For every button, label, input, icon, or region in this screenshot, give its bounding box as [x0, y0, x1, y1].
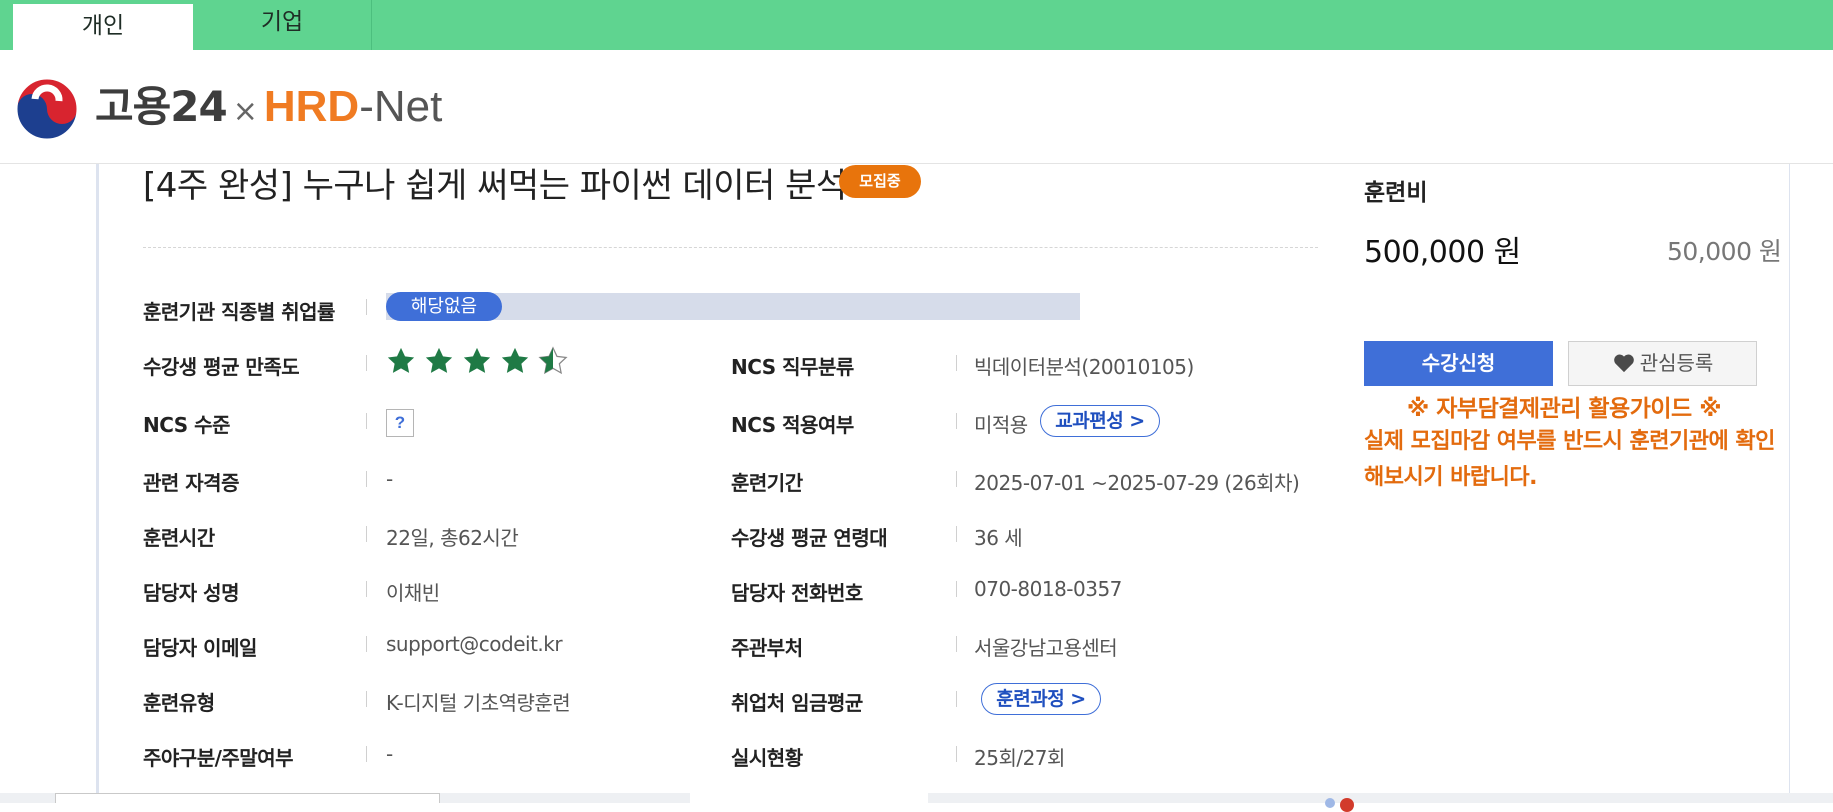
divider: [366, 413, 367, 429]
certificate-value: -: [386, 467, 393, 491]
star-full-icon: [501, 347, 529, 373]
divider: [956, 746, 957, 762]
hours-label: 훈련시간: [143, 526, 215, 550]
employment-rate-value: 해당없음: [386, 292, 502, 321]
title-divider: [143, 247, 1318, 248]
divider: [366, 355, 367, 371]
divider: [366, 746, 367, 762]
apply-button[interactable]: 수강신청: [1364, 341, 1553, 386]
fee-main-amount: 500,000 원: [1364, 235, 1521, 270]
day-night-value: -: [386, 742, 393, 766]
taegeuk-logo-icon: [16, 78, 78, 140]
star-full-icon: [425, 347, 453, 373]
divider: [366, 691, 367, 707]
fee-self-pay-amount: 50,000 원: [1667, 237, 1782, 266]
training-course-button[interactable]: 훈련과정 >: [981, 683, 1101, 715]
ministry-label: 주관부처: [731, 636, 803, 660]
certificate-label: 관련 자격증: [143, 471, 239, 495]
avg-age-label: 수강생 평균 연령대: [731, 526, 888, 550]
phone-label: 담당자 전화번호: [731, 581, 863, 605]
email-value: support@codeit.kr: [386, 632, 563, 656]
divider: [366, 636, 367, 652]
status-dot: [1340, 798, 1354, 812]
progress-value: 25회/27회: [974, 746, 1065, 770]
curriculum-button[interactable]: 교과편성 >: [1040, 405, 1160, 437]
bottom-panel-middle: [690, 793, 928, 803]
star-full-icon: [387, 347, 415, 373]
ncs-level-help-icon[interactable]: ?: [386, 409, 414, 437]
phone-value: 070-8018-0357: [974, 577, 1122, 601]
training-type-value: K-디지털 기초역량훈련: [386, 691, 571, 715]
ncs-class-label: NCS 직무분류: [731, 355, 854, 379]
self-pay-guide-link[interactable]: ※ 자부담결제관리 활용가이드 ※: [1364, 389, 1764, 423]
course-title: [4주 완성] 누구나 쉽게 써먹는 파이썬 데이터 분석: [143, 166, 847, 206]
divider: [956, 581, 957, 597]
divider: [956, 526, 957, 542]
divider: [366, 526, 367, 542]
satisfaction-label: 수강생 평균 만족도: [143, 355, 300, 379]
divider: [956, 691, 957, 707]
favorite-button[interactable]: 관심등록: [1568, 341, 1757, 386]
logo-goyong: 고용24: [95, 82, 228, 131]
hours-value: 22일, 총62시간: [386, 526, 519, 550]
logo-x: ×: [232, 94, 258, 129]
period-value: 2025-07-01 ~2025-07-29 (26회차): [974, 471, 1300, 495]
tab-company[interactable]: 기업: [193, 0, 372, 50]
fee-label: 훈련비: [1364, 180, 1428, 206]
employment-rate-label: 훈련기관 직종별 취업률: [143, 300, 335, 324]
period-label: 훈련기간: [731, 471, 803, 495]
ncs-level-label: NCS 수준: [143, 413, 230, 437]
day-night-label: 주야구분/주말여부: [143, 746, 294, 770]
top-tab-bar: 개인 기업: [0, 0, 1833, 50]
recruit-notice: 실제 모집마감 여부를 반드시 훈련기관에 확인해보시기 바랍니다.: [1364, 429, 1775, 490]
divider: [956, 636, 957, 652]
star-half-icon: [538, 346, 568, 375]
logo-net: -Net: [359, 82, 443, 131]
status-dot: [1325, 798, 1335, 808]
manager-label: 담당자 성명: [143, 581, 239, 605]
ncs-applied-value: 미적용: [974, 413, 1028, 437]
ncs-class-value: 빅데이터분석(20010105): [974, 355, 1194, 379]
favorite-label: 관심등록: [1639, 351, 1714, 375]
divider: [366, 471, 367, 487]
email-label: 담당자 이메일: [143, 636, 257, 660]
manager-value: 이채빈: [386, 581, 440, 605]
avg-age-value: 36 세: [974, 526, 1023, 550]
wage-label: 취업처 임금평균: [731, 691, 863, 715]
star-full-icon: [463, 347, 491, 373]
tab-personal[interactable]: 개인: [13, 0, 193, 50]
site-header: 고용24 × HRD-Net: [0, 50, 1833, 164]
divider: [366, 299, 367, 315]
divider: [956, 413, 957, 429]
divider: [366, 581, 367, 597]
heart-icon: [1613, 354, 1634, 373]
bottom-panel-left: [55, 793, 440, 803]
training-type-label: 훈련유형: [143, 691, 215, 715]
divider: [956, 355, 957, 371]
status-badge: 모집중: [839, 165, 921, 198]
progress-label: 실시현황: [731, 746, 803, 770]
logo-wordmark: 고용24 × HRD-Net: [95, 83, 442, 136]
logo-hrd: HRD: [263, 82, 360, 131]
ministry-value: 서울강남고용센터: [974, 636, 1118, 660]
divider: [956, 471, 957, 487]
ncs-applied-label: NCS 적용여부: [731, 413, 854, 437]
